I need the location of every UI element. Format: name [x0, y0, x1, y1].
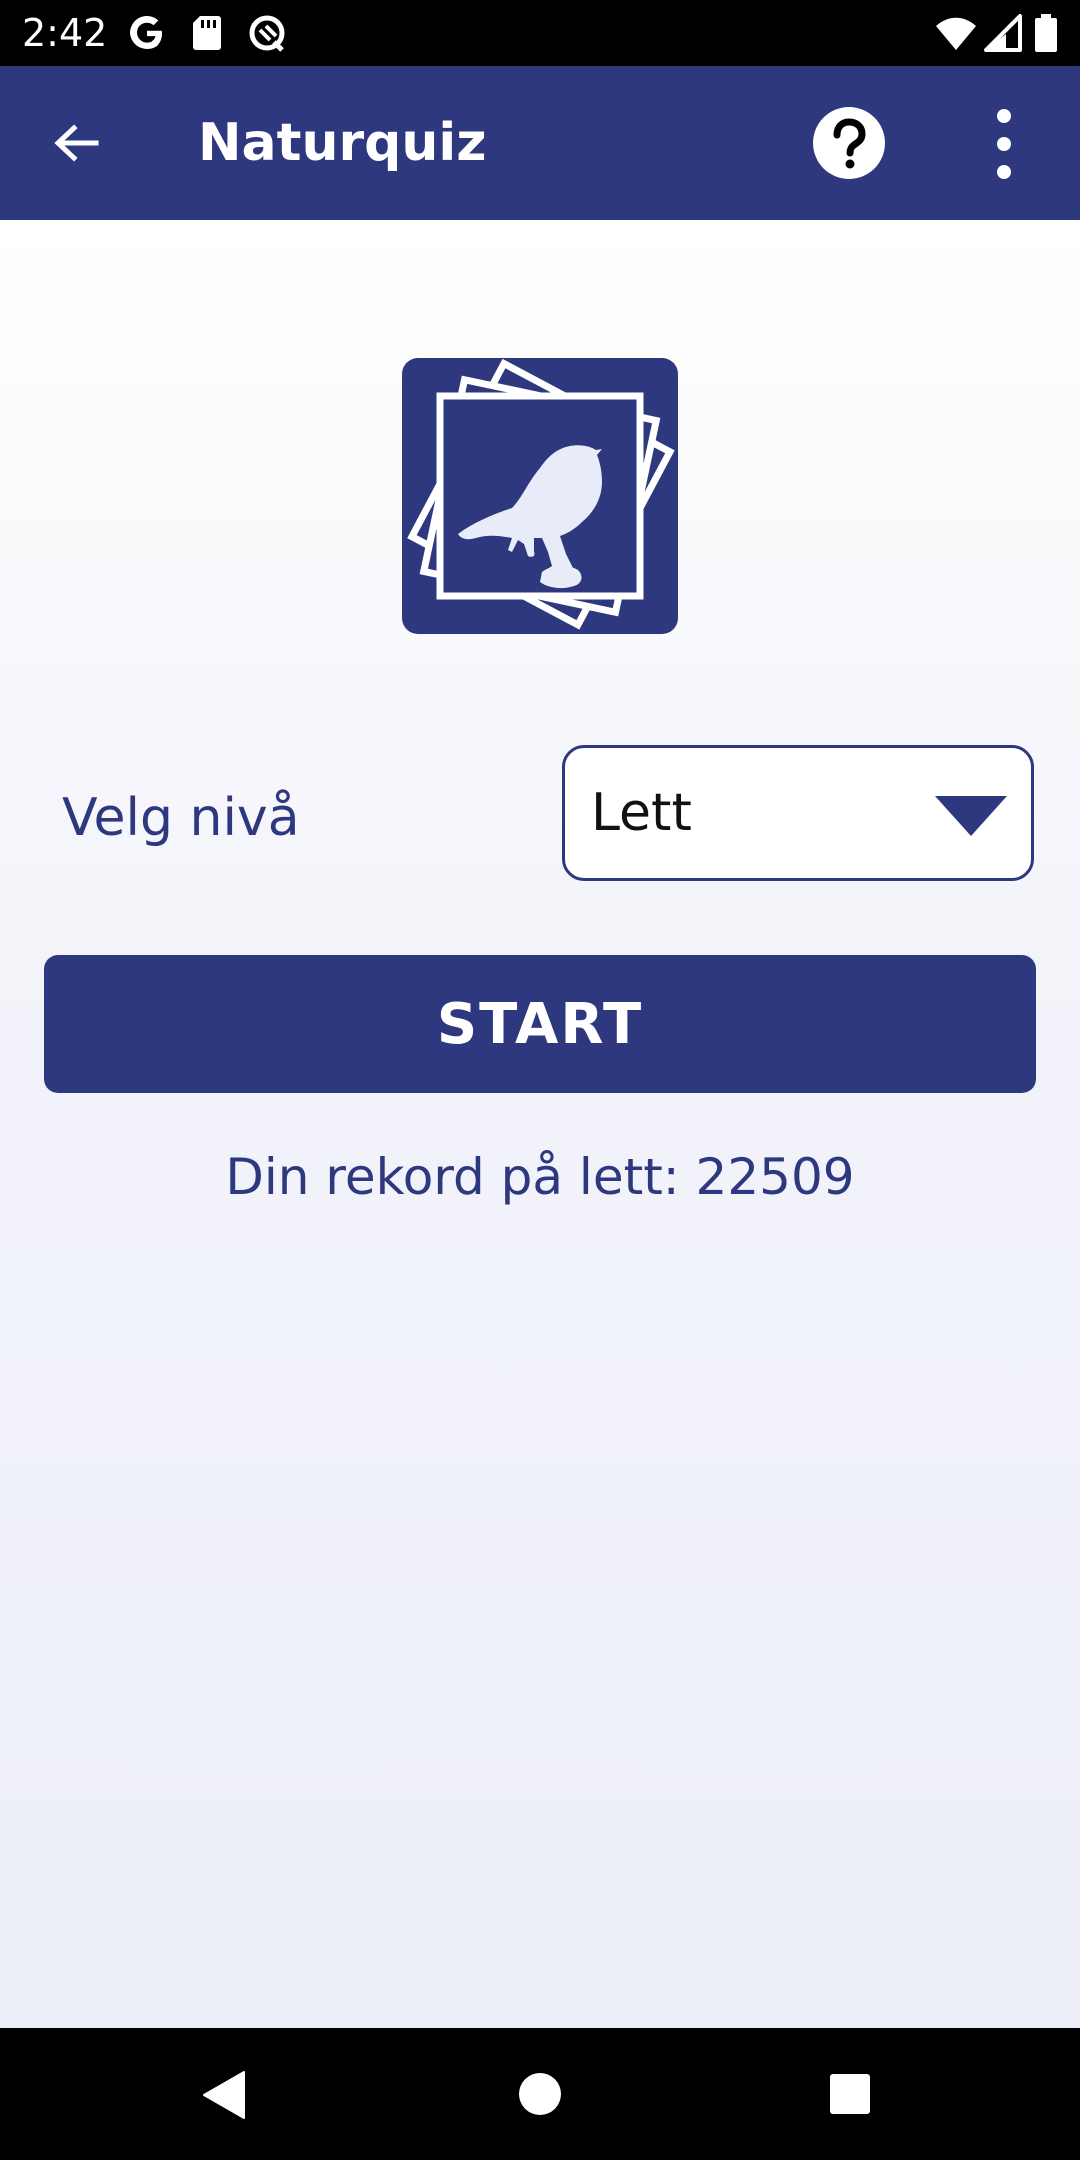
main-content: Velg nivå Lett START Din rekord på lett:… — [0, 220, 1080, 2028]
arrow-back-icon — [54, 124, 99, 162]
level-label: Velg nivå — [62, 788, 300, 848]
screen: 2:42 Naturquiz Velg nivå Lett START Din … — [0, 0, 1080, 2160]
record-text: Din rekord på lett: 22509 — [225, 1148, 855, 1206]
google-icon — [130, 16, 162, 49]
start-button[interactable]: START — [44, 955, 1036, 1093]
wifi-icon — [936, 17, 976, 50]
nav-bar — [0, 2028, 1080, 2160]
bird-photo-stack-icon — [402, 358, 678, 634]
data-saver-icon — [249, 15, 285, 52]
status-bar: 2:42 — [0, 0, 1080, 66]
nav-back-icon[interactable] — [200, 2070, 250, 2120]
app-bar: Naturquiz — [0, 66, 1080, 220]
level-selected-value: Lett — [591, 783, 692, 843]
dropdown-arrow-icon — [935, 796, 1007, 836]
sd-card-icon — [193, 16, 221, 50]
back-button[interactable] — [36, 110, 116, 176]
status-time: 2:42 — [22, 11, 108, 55]
more-vert-icon[interactable] — [972, 106, 1036, 182]
help-circle-icon[interactable] — [812, 106, 886, 180]
nav-recents-icon[interactable] — [830, 2074, 870, 2114]
page-title: Naturquiz — [198, 113, 487, 173]
nav-home-icon[interactable] — [518, 2072, 562, 2116]
cell-signal-icon — [984, 14, 1022, 52]
battery-icon — [1035, 14, 1057, 52]
level-dropdown[interactable]: Lett — [562, 745, 1034, 881]
